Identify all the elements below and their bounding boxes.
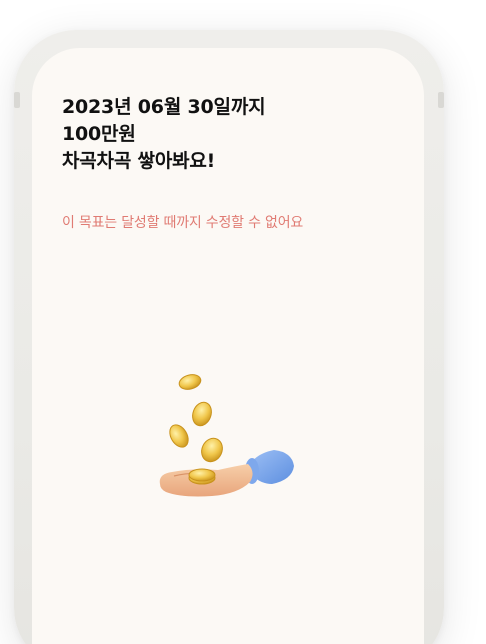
phone-side-button [438, 92, 444, 108]
edit-lock-notice: 이 목표는 달성할 때까지 수정할 수 없어요 [62, 215, 304, 231]
app-screen: 2023년 06월 30일까지 100만원 차곡차곡 쌓아봐요! 이 목표는 달… [32, 48, 424, 644]
goal-slogan: 차곡차곡 쌓아봐요! [62, 150, 216, 172]
hand-tossing-coins-icon [152, 368, 312, 498]
goal-headline: 2023년 06월 30일까지 100만원 차곡차곡 쌓아봐요! [62, 94, 266, 175]
goal-date: 2023년 06월 30일까지 [62, 96, 266, 118]
goal-amount: 100만원 [62, 123, 136, 145]
device-mockup: 2023년 06월 30일까지 100만원 차곡차곡 쌓아봐요! 이 목표는 달… [0, 0, 486, 644]
phone-side-button [14, 92, 20, 108]
